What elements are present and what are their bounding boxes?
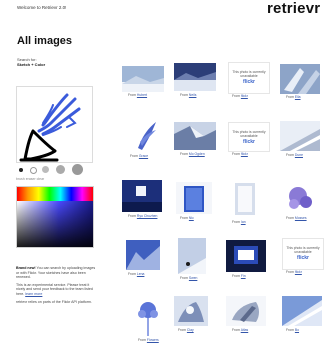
result-caption: From Flowers [138,338,159,342]
result-thumb[interactable] [174,296,208,326]
result-thumb[interactable] [280,64,320,94]
result-caption: From flickr [286,270,302,274]
result-caption: From Dune [286,153,303,157]
result-thumb[interactable] [226,240,266,272]
results-grid: From Hubert From Neils This photo is cur… [0,0,333,347]
unavailable-thumb[interactable]: This photo is currently unavailable flic… [282,238,324,270]
result-caption: From Neils [180,93,197,97]
result-thumb[interactable] [126,240,160,270]
result-thumb[interactable] [178,238,206,274]
result-thumb[interactable] [122,66,164,92]
result-thumb[interactable] [134,296,162,336]
unavailable-thumb[interactable]: This photo is currently unavailable flic… [228,122,270,152]
result-caption: From Fin [232,274,246,278]
result-caption: From Mosses [286,216,307,220]
result-thumb[interactable] [280,121,320,151]
result-thumb[interactable] [282,296,322,326]
result-caption: From Ella [286,95,301,99]
unavailable-thumb[interactable]: This photo is currently unavailable flic… [228,62,270,94]
result-thumb[interactable] [176,182,212,214]
result-thumb[interactable] [122,180,162,212]
result-caption: From Lena [128,272,145,276]
flickr-logo: flickr [243,139,255,145]
flickr-logo: flickr [297,255,309,261]
result-caption: From Ryu Chuzhen [128,214,158,218]
result-caption: From Clay [178,328,194,332]
result-thumb[interactable] [174,122,216,150]
result-caption: From Mo Ogden [180,152,205,156]
result-caption: From Nic [180,216,194,220]
unavailable-text: This photo is currently unavailable [286,246,320,254]
unavailable-text: This photo is currently unavailable [232,130,266,138]
result-thumb[interactable] [174,63,216,91]
flickr-logo: flickr [243,79,255,85]
result-caption: From flickr [232,94,248,98]
result-caption: From Bo [286,328,300,332]
result-caption: From Hubert [128,93,148,97]
result-caption: From Swen [180,276,198,280]
result-caption: From flickr [232,152,248,156]
result-thumb[interactable] [282,180,320,214]
result-thumb[interactable] [134,118,160,152]
result-caption: From Atlas [232,328,249,332]
result-caption: From Grace [130,154,149,158]
result-caption: From Ian [232,220,246,224]
unavailable-text: This photo is currently unavailable [232,70,266,78]
result-thumb[interactable] [232,180,258,218]
result-thumb[interactable] [226,296,266,326]
